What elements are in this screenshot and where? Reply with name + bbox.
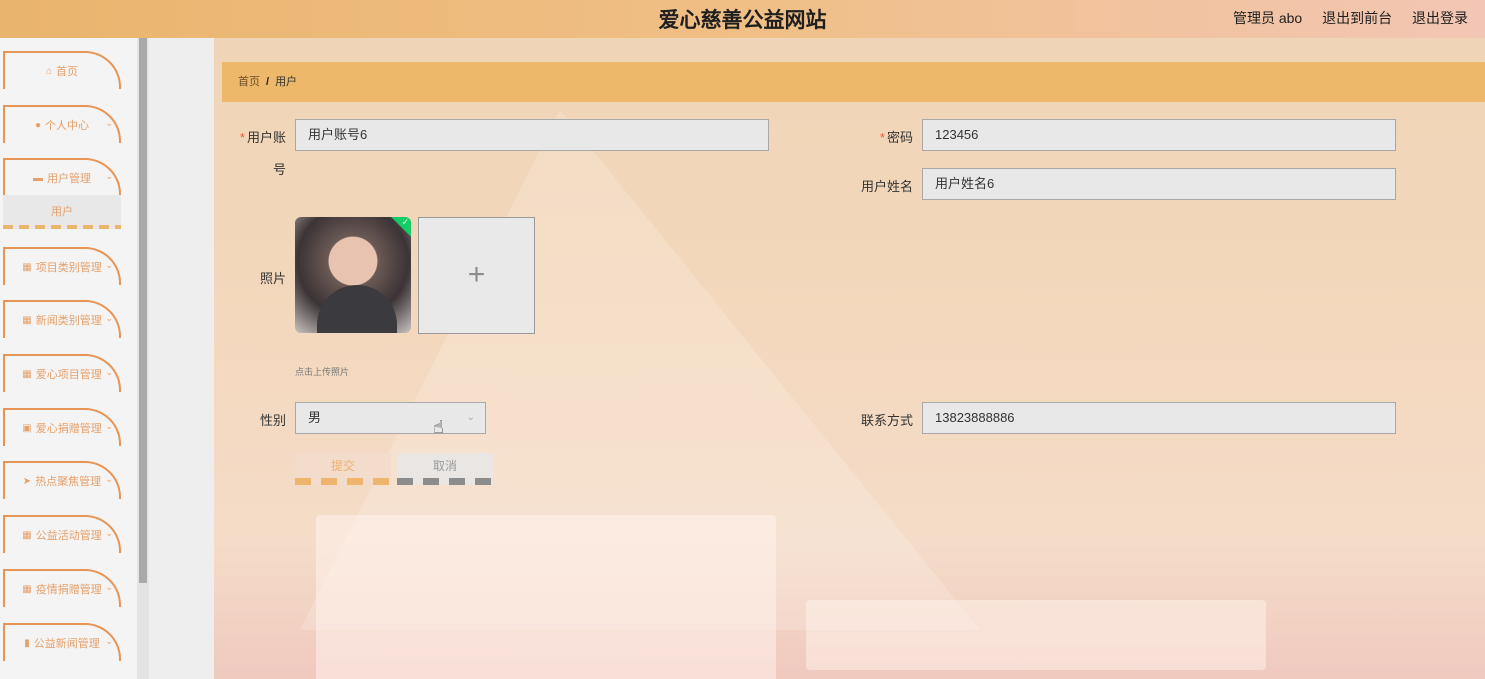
chevron-down-icon: ⌄ — [105, 636, 113, 646]
sidebar-item-label: 公益新闻管理 — [33, 638, 100, 650]
cancel-button-label: 取消 — [432, 459, 457, 473]
required-mark: * — [879, 130, 885, 145]
uploaded-photo[interactable]: ✓ — [295, 217, 411, 333]
account-label-wrap: 号 — [272, 162, 286, 177]
grid-icon: ▦ — [22, 583, 32, 595]
sidebar-item-charity-news[interactable]: ▮ 公益新闻管理 ⌄ — [3, 623, 121, 661]
password-label-text: 密码 — [886, 130, 913, 145]
send-icon: ➤ — [22, 475, 32, 487]
background-block — [806, 600, 1266, 670]
sidebar-subitem-user[interactable]: 用户 — [3, 195, 121, 229]
chevron-down-icon: ⌄ — [105, 528, 113, 538]
sidebar-item-label: 首页 — [56, 66, 79, 78]
name-input[interactable]: 用户姓名6 — [922, 168, 1396, 200]
sidebar-item-home[interactable]: ⌂ 首页 — [3, 51, 121, 89]
gender-label: 性别 — [259, 413, 286, 428]
photo-detail — [317, 285, 397, 333]
name-label: 用户姓名 — [860, 179, 913, 194]
chevron-down-icon: ⌄ — [105, 367, 113, 377]
account-label: * 用户账 — [230, 127, 286, 146]
gender-select-value: 男 — [308, 410, 322, 425]
sidebar-item-label: 新闻类别管理 — [35, 315, 102, 327]
hand-pointer-icon: ☝ — [433, 417, 444, 437]
grid-icon: ▦ — [22, 261, 32, 273]
gender-select[interactable]: 男 ⌄ — [295, 402, 486, 434]
sidebar-item-charity-project[interactable]: ▦ 爱心项目管理 ⌄ — [3, 354, 121, 392]
sidebar-item-charity-donation[interactable]: ▣ 爱心捐赠管理 ⌄ — [3, 408, 121, 446]
sidebar-item-epidemic-donation[interactable]: ▦ 疫情捐赠管理 ⌄ — [3, 569, 121, 607]
chevron-down-icon: ⌄ — [105, 118, 113, 128]
grid-icon: ▦ — [22, 368, 32, 380]
photo-label: 照片 — [259, 271, 286, 286]
upload-hint: 点击上传照片 — [295, 367, 350, 377]
goto-frontend-link[interactable]: 退出到前台 — [1322, 10, 1392, 26]
sidebar-item-news-category[interactable]: ▦ 新闻类别管理 ⌄ — [3, 300, 121, 338]
sidebar-item-label: 用户管理 — [47, 173, 91, 185]
sidebar-gutter — [149, 38, 214, 679]
password-input[interactable]: 123456 — [922, 119, 1396, 151]
cancel-button-underline — [397, 478, 493, 485]
required-mark: * — [239, 130, 245, 145]
cancel-button[interactable]: 取消 — [397, 453, 493, 485]
logout-link[interactable]: 退出登录 — [1412, 10, 1468, 26]
submit-button-label: 提交 — [330, 459, 355, 473]
chevron-down-icon: ⌄ — [105, 260, 113, 270]
sidebar-item-label: 公益活动管理 — [35, 530, 102, 542]
card-icon: ▬ — [33, 172, 43, 184]
chevron-down-icon: ⌄ — [105, 313, 113, 323]
background-block — [316, 515, 776, 679]
chevron-down-icon: ⌄ — [105, 474, 113, 484]
grid-icon: ▦ — [22, 314, 32, 326]
submit-button-underline — [295, 478, 391, 485]
grid-icon: ▦ — [22, 529, 32, 541]
sidebar-item-charity-activity[interactable]: ▦ 公益活动管理 ⌄ — [3, 515, 121, 553]
sidebar-item-label: 个人中心 — [45, 120, 90, 132]
image-icon: ▣ — [22, 422, 32, 434]
sidebar-item-label: 项目类别管理 — [35, 262, 102, 274]
sidebar-scrollbar[interactable] — [137, 38, 149, 679]
password-label: * 密码 — [840, 127, 913, 146]
upload-button[interactable]: + — [418, 217, 535, 334]
breadcrumb-current: 用户 — [275, 76, 298, 88]
sidebar-subitem-label: 用户 — [51, 206, 73, 218]
chevron-down-icon: ⌄ — [466, 412, 475, 423]
submit-button[interactable]: 提交 — [295, 453, 391, 485]
chevron-down-icon: ⌄ — [105, 582, 113, 592]
sidebar-item-personal-center[interactable]: ● 个人中心 ⌄ — [3, 105, 121, 143]
account-label-text: 用户账 — [246, 130, 286, 145]
chevron-down-icon: ⌄ — [105, 421, 113, 431]
submenu-underline — [3, 225, 121, 229]
sidebar-item-user-management[interactable]: ▬ 用户管理 ⌄ — [3, 158, 121, 196]
breadcrumb: 首页 / 用户 — [222, 62, 1485, 102]
scrollbar-thumb[interactable] — [139, 38, 147, 583]
home-icon: ⌂ — [45, 65, 53, 77]
account-input[interactable]: 用户账号6 — [295, 119, 769, 151]
chevron-down-icon: ⌄ — [105, 171, 113, 181]
breadcrumb-home[interactable]: 首页 — [238, 76, 260, 88]
top-header: 爱心慈善公益网站 管理员 abo 退出到前台 退出登录 — [0, 0, 1485, 38]
contact-input[interactable]: 13823888886 — [922, 402, 1396, 434]
check-icon: ✓ — [401, 217, 409, 227]
sidebar-item-label: 热点聚焦管理 — [35, 476, 102, 488]
contact-label: 联系方式 — [860, 413, 913, 428]
sidebar-item-label: 爱心项目管理 — [35, 369, 102, 381]
breadcrumb-separator: / — [266, 76, 270, 88]
chart-icon: ▮ — [24, 637, 30, 649]
sidebar-item-hot-topics[interactable]: ➤ 热点聚焦管理 ⌄ — [3, 461, 121, 499]
admin-user-label: 管理员 abo — [1232, 10, 1303, 26]
person-icon: ● — [34, 119, 42, 131]
sidebar-item-project-category[interactable]: ▦ 项目类别管理 ⌄ — [3, 247, 121, 285]
header-actions: 管理员 abo 退出到前台 退出登录 — [1217, 8, 1468, 28]
sidebar-item-label: 爱心捐赠管理 — [35, 423, 102, 435]
sidebar-item-label: 疫情捐赠管理 — [35, 584, 102, 596]
